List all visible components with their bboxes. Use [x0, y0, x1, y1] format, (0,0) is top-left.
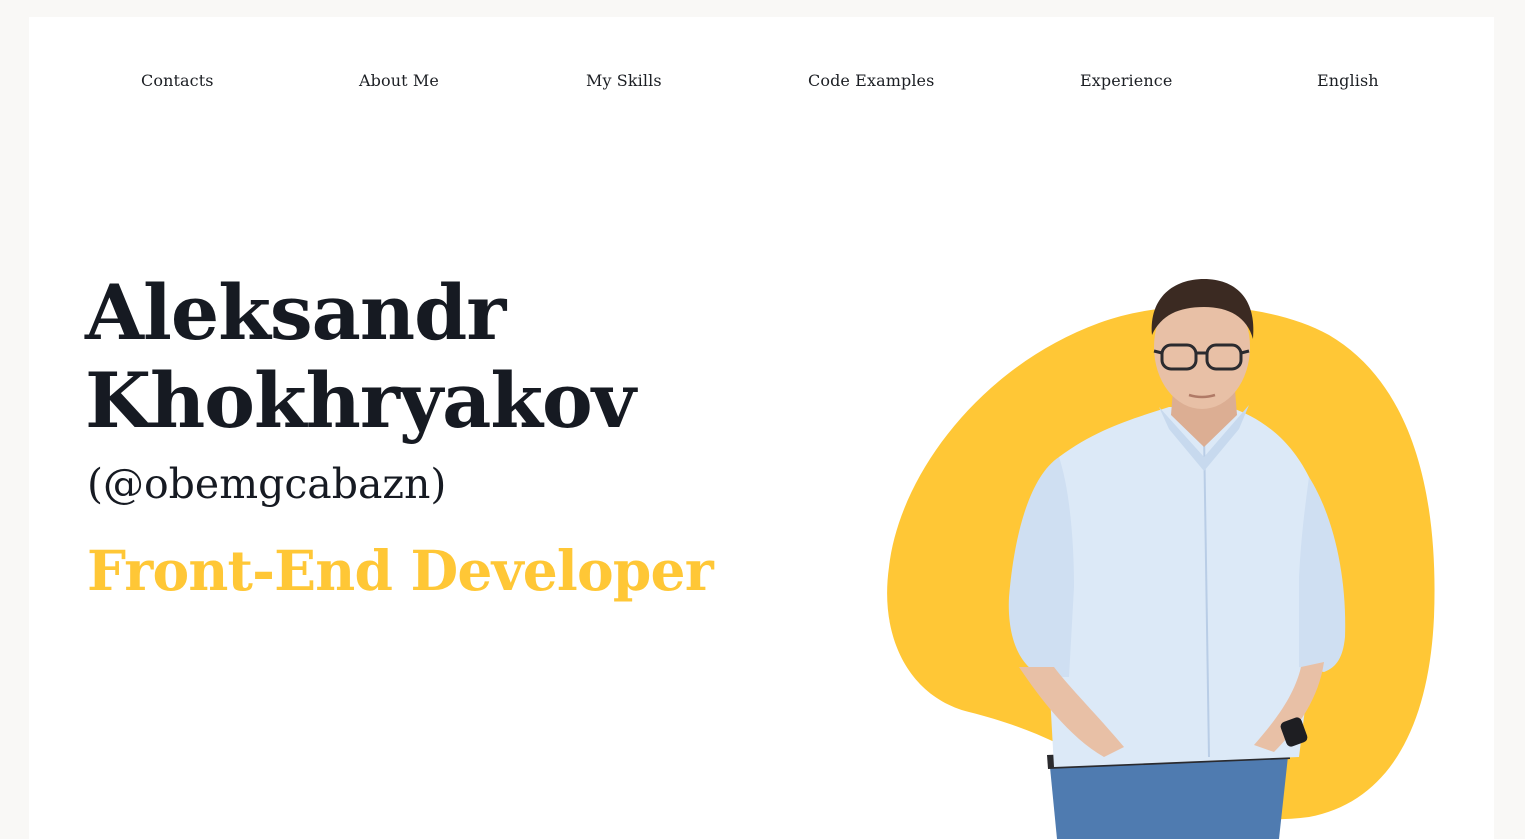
hero-role: Front-End Developer — [87, 538, 714, 603]
hero-handle: (@obemgcabazn) — [87, 460, 447, 508]
hero-name-last: Khokhryakov — [85, 356, 636, 445]
hero-name: Aleksandr Khokhryakov — [85, 269, 785, 445]
profile-photo — [887, 279, 1435, 839]
nav-item-about-me[interactable]: About Me — [359, 71, 439, 90]
page: Contacts About Me My Skills Code Example… — [29, 17, 1494, 839]
nav-item-my-skills[interactable]: My Skills — [586, 71, 662, 90]
hero-name-first: Aleksandr — [85, 268, 506, 357]
nav-item-contacts[interactable]: Contacts — [141, 71, 214, 90]
nav-item-experience[interactable]: Experience — [1080, 71, 1172, 90]
top-nav: Contacts About Me My Skills Code Example… — [29, 17, 1494, 147]
nav-item-code-examples[interactable]: Code Examples — [808, 71, 934, 90]
language-switcher[interactable]: English — [1317, 71, 1379, 90]
